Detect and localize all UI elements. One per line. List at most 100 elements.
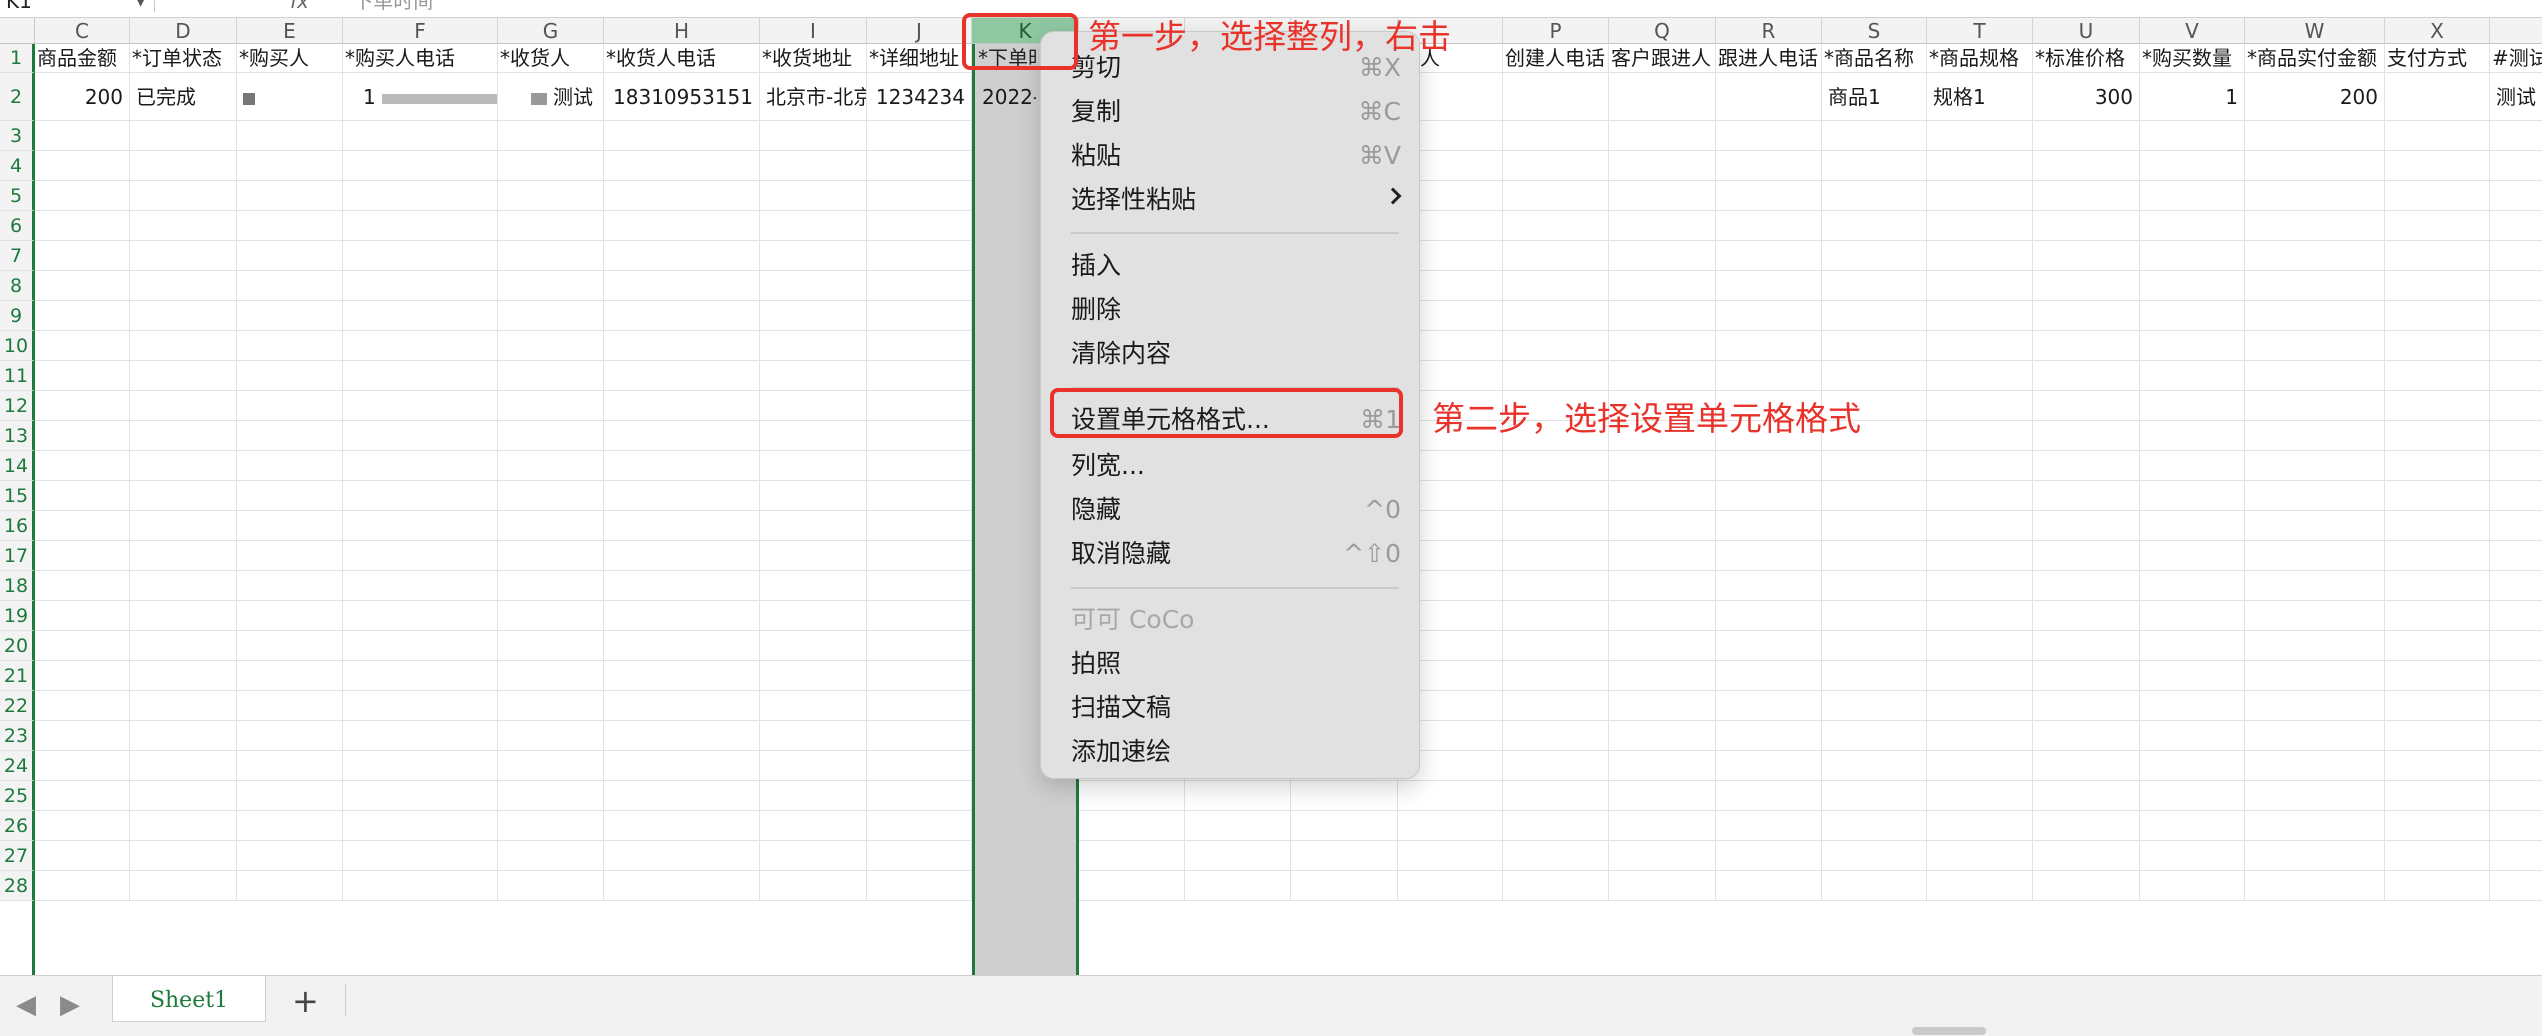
table-cell[interactable] (498, 841, 604, 871)
table-cell[interactable] (130, 361, 237, 391)
table-cell[interactable] (867, 781, 972, 811)
menu-item-take-photo[interactable]: 拍照 (1071, 644, 1401, 684)
table-cell[interactable] (760, 241, 867, 271)
table-cell[interactable] (867, 151, 972, 181)
table-cell[interactable] (35, 181, 130, 211)
row-header-15[interactable]: 15 (0, 481, 35, 511)
table-cell[interactable] (2490, 871, 2542, 901)
table-cell[interactable]: 1 (343, 73, 498, 121)
table-cell[interactable] (1716, 211, 1822, 241)
table-cell[interactable] (1716, 301, 1822, 331)
table-cell[interactable] (498, 241, 604, 271)
table-cell[interactable] (2245, 121, 2385, 151)
row-header-22[interactable]: 22 (0, 691, 35, 721)
table-cell[interactable] (1503, 181, 1609, 211)
table-cell[interactable] (1927, 301, 2033, 331)
table-cell[interactable] (604, 211, 760, 241)
table-cell[interactable]: 200 (2245, 73, 2385, 121)
header-cell[interactable]: *收货地址 (760, 44, 867, 73)
table-cell[interactable] (130, 511, 237, 541)
table-cell[interactable] (760, 271, 867, 301)
table-cell[interactable] (35, 241, 130, 271)
table-cell[interactable] (1503, 481, 1609, 511)
table-cell[interactable] (2033, 301, 2140, 331)
table-cell[interactable] (237, 841, 343, 871)
table-cell[interactable] (604, 481, 760, 511)
table-cell[interactable] (1822, 241, 1927, 271)
table-cell[interactable] (498, 271, 604, 301)
table-cell[interactable] (1609, 601, 1716, 631)
table-cell[interactable] (760, 481, 867, 511)
row-header-19[interactable]: 19 (0, 601, 35, 631)
table-cell[interactable] (343, 331, 498, 361)
table-cell[interactable] (343, 271, 498, 301)
table-cell[interactable] (2490, 601, 2542, 631)
table-cell[interactable] (2140, 631, 2245, 661)
table-cell[interactable] (1927, 841, 2033, 871)
column-header-e[interactable]: E (237, 18, 343, 44)
table-cell[interactable] (1291, 781, 1398, 811)
table-cell[interactable] (130, 751, 237, 781)
table-cell[interactable] (35, 691, 130, 721)
table-cell[interactable] (237, 661, 343, 691)
table-cell[interactable] (2245, 631, 2385, 661)
row-header-7[interactable]: 7 (0, 241, 35, 271)
table-cell[interactable] (35, 421, 130, 451)
table-cell[interactable] (1927, 661, 2033, 691)
table-cell[interactable] (2033, 631, 2140, 661)
table-cell[interactable]: 300 (2033, 73, 2140, 121)
table-cell[interactable] (760, 811, 867, 841)
name-box[interactable]: K1 ▼ (0, 0, 155, 12)
table-cell[interactable] (604, 331, 760, 361)
table-cell[interactable] (1822, 271, 1927, 301)
table-cell[interactable] (1609, 73, 1716, 121)
table-cell[interactable] (343, 841, 498, 871)
table-cell[interactable] (1927, 631, 2033, 661)
table-cell[interactable] (130, 721, 237, 751)
table-cell[interactable] (2245, 721, 2385, 751)
table-cell[interactable] (130, 631, 237, 661)
header-cell[interactable]: 跟进人电话 (1716, 44, 1822, 73)
table-cell[interactable] (604, 871, 760, 901)
table-cell[interactable] (498, 601, 604, 631)
table-cell[interactable] (1503, 451, 1609, 481)
row-header-14[interactable]: 14 (0, 451, 35, 481)
table-cell[interactable] (2490, 481, 2542, 511)
column-header-g[interactable]: G (498, 18, 604, 44)
table-cell[interactable] (2385, 151, 2490, 181)
table-cell[interactable] (35, 361, 130, 391)
table-cell[interactable] (498, 421, 604, 451)
table-cell[interactable] (2033, 271, 2140, 301)
table-cell[interactable] (237, 421, 343, 451)
table-cell[interactable] (343, 211, 498, 241)
table-cell[interactable] (867, 511, 972, 541)
table-cell[interactable] (2385, 211, 2490, 241)
table-cell[interactable] (1079, 871, 1185, 901)
table-cell[interactable] (1185, 871, 1291, 901)
table-cell[interactable] (1503, 511, 1609, 541)
table-cell[interactable] (2033, 421, 2140, 451)
table-cell[interactable] (2033, 571, 2140, 601)
table-cell[interactable] (237, 361, 343, 391)
table-cell[interactable] (35, 571, 130, 601)
table-cell[interactable] (604, 301, 760, 331)
table-cell[interactable] (2490, 781, 2542, 811)
table-cell[interactable] (1609, 781, 1716, 811)
table-cell[interactable] (1503, 331, 1609, 361)
table-cell[interactable] (1716, 871, 1822, 901)
table-cell[interactable] (1609, 871, 1716, 901)
table-cell[interactable] (1398, 871, 1503, 901)
row-header-23[interactable]: 23 (0, 721, 35, 751)
table-cell[interactable] (760, 331, 867, 361)
table-cell[interactable] (343, 181, 498, 211)
chevron-down-icon[interactable]: ▼ (135, 0, 146, 12)
header-cell[interactable]: 创建人电话 (1503, 44, 1609, 73)
table-cell[interactable] (343, 721, 498, 751)
table-cell[interactable] (604, 181, 760, 211)
table-cell[interactable] (2245, 241, 2385, 271)
table-cell[interactable] (2385, 721, 2490, 751)
table-cell[interactable] (867, 481, 972, 511)
column-header-j[interactable]: J (867, 18, 972, 44)
table-cell[interactable] (1822, 541, 1927, 571)
table-cell[interactable] (130, 451, 237, 481)
